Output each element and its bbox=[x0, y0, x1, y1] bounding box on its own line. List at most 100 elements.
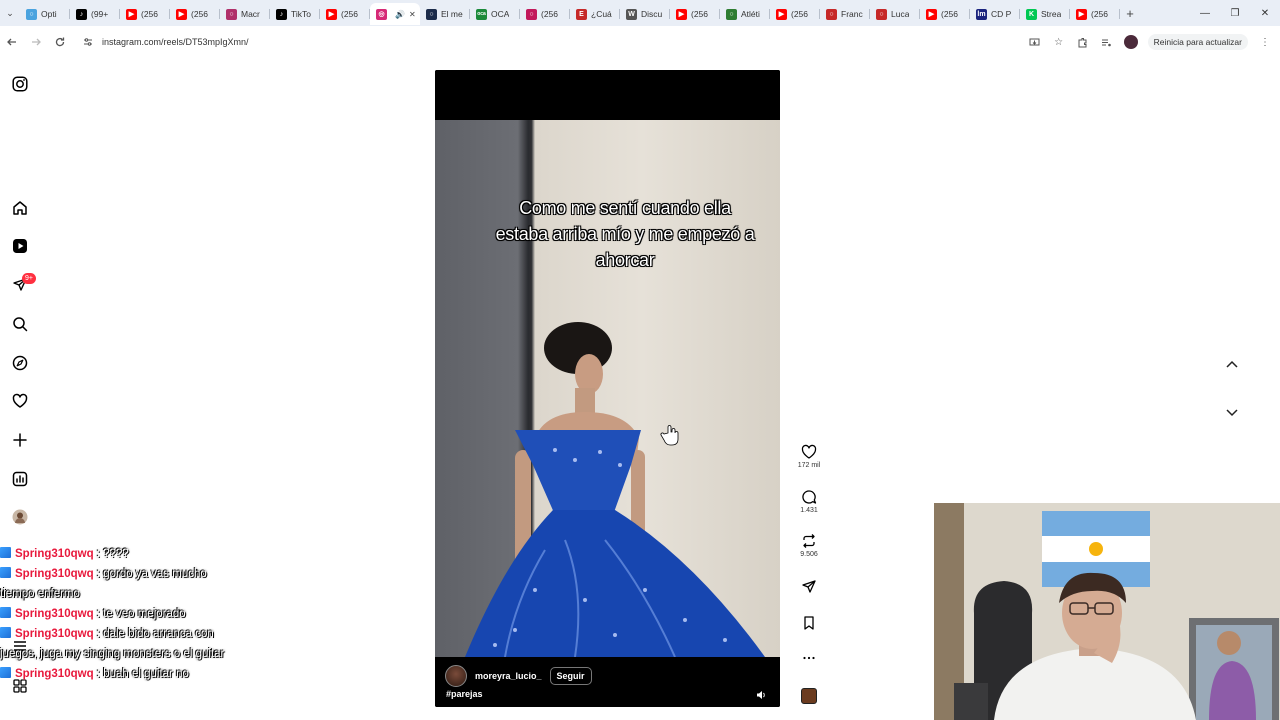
bookmark-star-icon[interactable]: ☆ bbox=[1052, 35, 1066, 49]
tab-audio-icon[interactable]: 🔊 bbox=[395, 10, 405, 19]
tab-search-icon[interactable]: ⌄ bbox=[0, 0, 20, 26]
site-settings-icon[interactable] bbox=[78, 37, 98, 47]
chat-username: Spring310qwq bbox=[15, 568, 94, 580]
youtube-favicon-icon: ▶ bbox=[176, 8, 187, 20]
window-controls: — ❐ ✕ bbox=[1190, 0, 1280, 26]
author-username[interactable]: moreyra_lucio_ bbox=[475, 671, 542, 681]
update-button[interactable]: Reinicia para actualizar bbox=[1147, 34, 1248, 50]
browser-tab[interactable]: ♪ (99+ bbox=[70, 3, 120, 25]
instagram-logo-icon[interactable] bbox=[10, 74, 30, 94]
browser-tab[interactable]: ▶ (256 bbox=[670, 3, 720, 25]
close-window-icon[interactable]: ✕ bbox=[1250, 0, 1280, 26]
install-app-icon[interactable] bbox=[1028, 35, 1042, 49]
menu-kebab-icon[interactable]: ⋮ bbox=[1258, 35, 1272, 49]
circle-favicon-icon: ○ bbox=[526, 8, 537, 20]
tab-close-icon[interactable]: ✕ bbox=[409, 10, 416, 19]
new-tab-icon[interactable]: + bbox=[1120, 2, 1140, 24]
next-reel-chevron-down-icon[interactable] bbox=[1222, 403, 1242, 423]
minimize-icon[interactable]: — bbox=[1190, 0, 1220, 26]
restore-icon[interactable]: ❐ bbox=[1220, 0, 1250, 26]
browser-tab[interactable]: ▶ (256 bbox=[1070, 3, 1120, 25]
comment-bubble-icon[interactable] bbox=[801, 489, 817, 505]
reel-hashtag[interactable]: #parejas bbox=[446, 689, 483, 699]
browser-tab[interactable]: ○ (256 bbox=[520, 3, 570, 25]
chat-text: : te veo mejorado bbox=[93, 608, 186, 620]
browser-tab[interactable]: lm CD P bbox=[970, 3, 1020, 25]
browser-toolbar: instagram.com/reels/DT53mpIgXmn/ ☆ Reini… bbox=[0, 26, 1280, 58]
browser-tab[interactable]: oca OCA bbox=[470, 3, 520, 25]
browser-tab[interactable]: ○ Macr bbox=[220, 3, 270, 25]
tab-list: ○ Opti ♪ (99+ ▶ (256 ▶ (256 ○ Macr ♪ TikTo ▶ (256 ◎ 🔊 ✕ ○… bbox=[20, 0, 1120, 26]
browser-tab[interactable]: ▶ (256 bbox=[770, 3, 820, 25]
circle-favicon-icon: ○ bbox=[826, 8, 837, 20]
dashboard-icon[interactable] bbox=[10, 469, 30, 489]
profile-avatar-icon[interactable] bbox=[10, 507, 30, 527]
explore-icon[interactable] bbox=[10, 353, 30, 373]
tab-title: Luca bbox=[891, 9, 910, 19]
tab-title: Discu bbox=[641, 9, 663, 19]
notifications-heart-icon[interactable] bbox=[10, 391, 30, 411]
browser-tab[interactable]: ○ Opti bbox=[20, 3, 70, 25]
tiktok-favicon-icon: ♪ bbox=[276, 8, 287, 20]
browser-tab[interactable]: ○ El me bbox=[420, 3, 470, 25]
browser-tab[interactable]: E ¿Cuá bbox=[570, 3, 620, 25]
back-icon[interactable] bbox=[0, 30, 24, 54]
address-bar[interactable]: instagram.com/reels/DT53mpIgXmn/ bbox=[78, 30, 1168, 54]
browser-tab[interactable]: K Strea bbox=[1020, 3, 1070, 25]
browser-tab[interactable]: W Discu bbox=[620, 3, 670, 25]
follow-button[interactable]: Seguir bbox=[549, 667, 592, 685]
audio-speaker-icon[interactable] bbox=[756, 690, 766, 702]
browser-tab[interactable]: ○ Atléti bbox=[720, 3, 770, 25]
reel-video[interactable]: Como me sentí cuando ella estaba arriba … bbox=[435, 70, 780, 707]
tab-title: Strea bbox=[1041, 9, 1062, 19]
url-text[interactable]: instagram.com/reels/DT53mpIgXmn/ bbox=[102, 37, 249, 47]
browser-tab[interactable]: ▶ (256 bbox=[320, 3, 370, 25]
lm-favicon-icon: lm bbox=[976, 8, 987, 20]
like-count: 172 mil bbox=[797, 462, 821, 469]
chat-user-badge-icon bbox=[0, 547, 11, 558]
shield-favicon-icon: ○ bbox=[426, 8, 437, 20]
media-control-icon[interactable] bbox=[1100, 35, 1114, 49]
browser-tab[interactable]: ○ Luca bbox=[870, 3, 920, 25]
tab-title: Macr bbox=[241, 9, 260, 19]
chat-message: Spring310qwq : dale bido arranca con jue… bbox=[0, 624, 230, 664]
save-bookmark-icon[interactable] bbox=[801, 615, 817, 631]
circle-favicon-icon: ○ bbox=[226, 8, 237, 20]
save-action bbox=[795, 615, 823, 631]
profile-avatar[interactable] bbox=[1123, 35, 1138, 49]
create-plus-icon[interactable] bbox=[10, 430, 30, 450]
reload-icon[interactable] bbox=[48, 30, 72, 54]
K-favicon-icon: K bbox=[1026, 8, 1037, 20]
audio-thumbnail[interactable] bbox=[801, 688, 817, 704]
more-dots-icon[interactable] bbox=[801, 650, 817, 666]
youtube-favicon-icon: ▶ bbox=[676, 8, 687, 20]
youtube-favicon-icon: ▶ bbox=[926, 8, 937, 20]
share-action bbox=[795, 579, 823, 595]
tab-title: Opti bbox=[41, 9, 57, 19]
browser-tab[interactable]: ▶ (256 bbox=[920, 3, 970, 25]
repost-icon[interactable] bbox=[801, 533, 817, 549]
home-icon[interactable] bbox=[10, 198, 30, 218]
browser-tab[interactable]: ▶ (256 bbox=[170, 3, 220, 25]
previous-reel-chevron-up-icon[interactable] bbox=[1222, 354, 1242, 374]
browser-tab[interactable]: ◎ 🔊 ✕ bbox=[370, 3, 420, 25]
like-action: 172 mil bbox=[795, 444, 823, 469]
extensions-icon[interactable] bbox=[1076, 35, 1090, 49]
chat-user-badge-icon bbox=[0, 607, 11, 618]
browser-tab[interactable]: ♪ TikTo bbox=[270, 3, 320, 25]
forward-icon[interactable] bbox=[24, 30, 48, 54]
chat-message: Spring310qwq : gordo ya vas mucho tiempo… bbox=[0, 564, 230, 604]
comment-count: 1.431 bbox=[800, 507, 818, 514]
author-avatar[interactable] bbox=[445, 665, 467, 687]
reels-icon[interactable] bbox=[10, 236, 30, 256]
browser-tab[interactable]: ▶ (256 bbox=[120, 3, 170, 25]
tiktok-favicon-icon: ♪ bbox=[76, 8, 87, 20]
circle-o-favicon-icon: ○ bbox=[726, 8, 737, 20]
tab-title: OCA bbox=[491, 9, 510, 19]
browser-tab[interactable]: ○ Franc bbox=[820, 3, 870, 25]
instagram-favicon-icon: ◎ bbox=[376, 8, 387, 20]
reel-footer: moreyra_lucio_ Seguir #parejas bbox=[435, 657, 780, 707]
like-heart-icon[interactable] bbox=[801, 444, 817, 460]
share-send-icon[interactable] bbox=[801, 579, 817, 595]
search-icon[interactable] bbox=[10, 314, 30, 334]
